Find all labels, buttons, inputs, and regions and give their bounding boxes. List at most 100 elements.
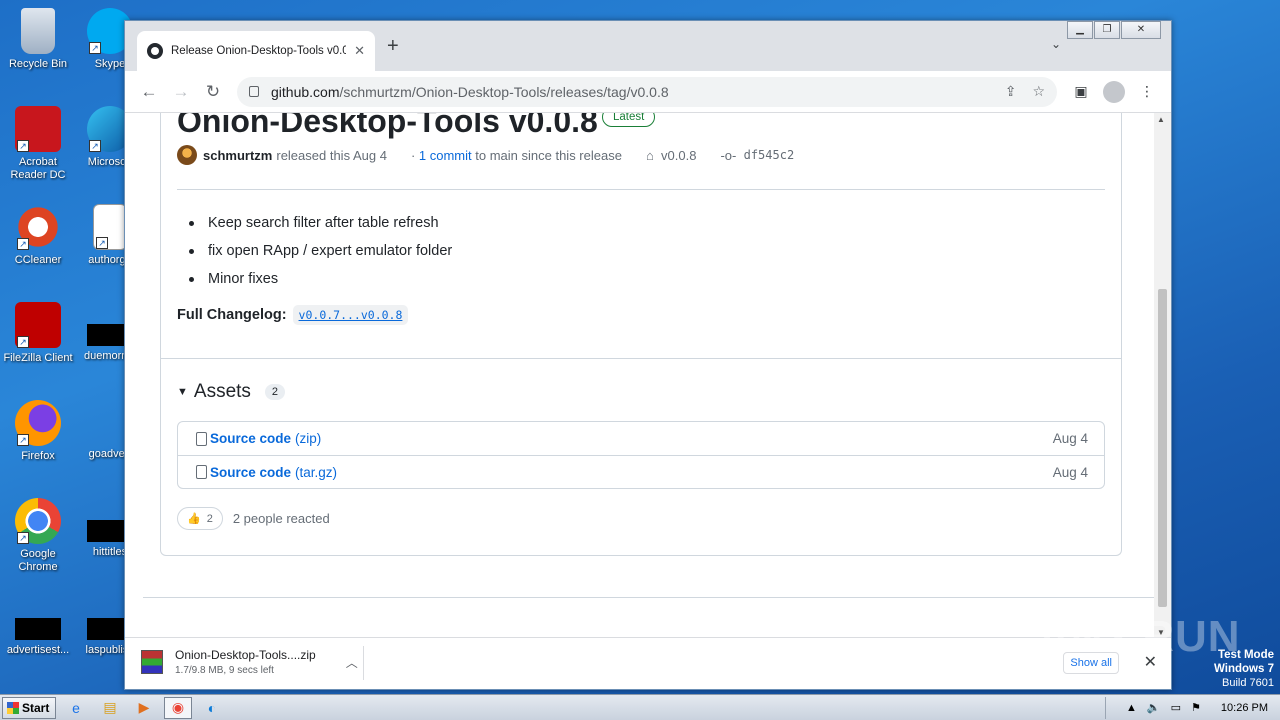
chevron-up-icon[interactable]: ︿ (346, 654, 358, 671)
desktop-icon-label: advertisest... (6, 644, 70, 656)
system-tray: ▲ 🔈 ▭ ⚑ 10:26 PM (1105, 696, 1280, 719)
desktop-icon-label: Acrobat Reader DC (10, 156, 66, 181)
show-hidden-icons-chevron-icon[interactable]: ▲ (1126, 702, 1137, 714)
triangle-down-icon: ▼ (177, 386, 188, 398)
start-label: Start (22, 700, 50, 715)
divider (143, 597, 1155, 598)
reactions: 👍 2 2 people reacted (177, 507, 330, 530)
release-meta: schmurtzm released this Aug 4 · 1 commit… (177, 145, 794, 165)
download-item[interactable]: Onion-Desktop-Tools....zip 1.7/9.8 MB, 9… (141, 648, 358, 676)
bookmark-star-icon[interactable]: ☆ (1032, 83, 1045, 100)
side-panel-icon[interactable]: ▣ (1065, 83, 1097, 100)
start-button[interactable]: Start (2, 696, 56, 719)
profile-avatar-icon[interactable] (1103, 80, 1125, 103)
minimize-button[interactable]: ▁ (1067, 21, 1093, 39)
desktop-icon-label: Google Chrome (18, 548, 58, 573)
desktop-icon-acrobat[interactable]: ↗ Acrobat Reader DC (0, 106, 76, 182)
reaction-text: 2 people reacted (232, 511, 330, 526)
tab-title: Release Onion-Desktop-Tools v0.0.8 (171, 45, 347, 57)
author-avatar[interactable] (177, 145, 197, 165)
desktop-icon-label: FileZilla Client (3, 352, 73, 364)
share-icon[interactable]: ⇪ (1005, 83, 1017, 100)
scrollbar-thumb[interactable] (1158, 289, 1167, 607)
reload-button[interactable]: ↻ (197, 82, 229, 102)
internet-explorer-icon[interactable]: e (62, 697, 90, 719)
address-bar[interactable]: github.com /schmurtzm/Onion-Desktop-Tool… (237, 76, 1057, 107)
close-window-button[interactable]: ✕ (1121, 21, 1161, 39)
test-mode-label: Test Mode (1217, 649, 1274, 661)
desktop-icon-firefox[interactable]: ↗ Firefox (0, 400, 76, 463)
latest-badge: Latest (602, 113, 656, 127)
media-player-icon[interactable]: ▶ (130, 697, 158, 719)
commits-suffix: to main since this release (475, 147, 622, 163)
menu-kebab-icon[interactable]: ⋮ (1131, 83, 1163, 100)
desktop-icon-recycle-bin[interactable]: Recycle Bin (0, 8, 76, 71)
tab-release[interactable]: Release Onion-Desktop-Tools v0.0.8 ✕ (137, 31, 375, 71)
divider (363, 646, 364, 680)
asset-name[interactable]: Source code (210, 465, 291, 480)
back-button[interactable]: ← (133, 82, 165, 102)
test-mode-notice: Test Mode Windows 7 Build 7601 (1214, 648, 1274, 690)
reaction-count: 2 (206, 512, 213, 525)
asset-name[interactable]: Source code (210, 431, 291, 446)
url-host: github.com (271, 83, 340, 100)
forward-button[interactable]: → (165, 82, 197, 102)
full-changelog: Full Changelog: v0.0.7...v0.0.8 (177, 305, 409, 325)
desktop-icon-advertisest[interactable]: advertisest... (0, 606, 76, 657)
maximize-button[interactable]: ❐ (1094, 21, 1120, 39)
changelog-label: Full Changelog: (177, 307, 287, 323)
desktop-icon-label: CCleaner (14, 254, 62, 266)
assets-count-badge: 2 (264, 384, 286, 400)
asset-row[interactable]: Source code (zip) Aug 4 (178, 422, 1104, 455)
word-document-icon: ↗ (93, 204, 127, 250)
github-icon (147, 43, 163, 59)
action-center-flag-icon[interactable]: ⚑ (1191, 701, 1201, 714)
author-link[interactable]: schmurtzm (203, 148, 272, 163)
file-explorer-icon[interactable]: ▤ (96, 697, 124, 719)
divider (161, 358, 1121, 359)
release-card: Onion-Desktop-Tools v0.0.8 Latest schmur… (160, 113, 1122, 556)
divider (177, 189, 1105, 190)
scroll-up-arrow-icon[interactable]: ▲ (1157, 115, 1165, 124)
asset-ext[interactable]: (tar.gz) (295, 465, 337, 480)
commit-sha-link[interactable]: df545c2 (744, 148, 795, 162)
taskbar: Start e ▤ ▶ ◉ ◐ ▲ 🔈 ▭ ⚑ 10:26 PM (0, 694, 1280, 720)
desktop-icon-filezilla[interactable]: ↗ FileZilla Client (0, 302, 76, 365)
tab-strip: Release Onion-Desktop-Tools v0.0.8 ✕ + ⌄… (125, 21, 1171, 71)
assets-toggle[interactable]: ▼ Assets 2 (177, 381, 286, 403)
file-zip-icon (196, 431, 207, 446)
page-viewport: Onion-Desktop-Tools v0.0.8 Latest schmur… (125, 113, 1155, 639)
tag-link[interactable]: v0.0.8 (661, 148, 696, 163)
clock[interactable]: 10:26 PM (1221, 702, 1268, 714)
asset-ext[interactable]: (zip) (295, 431, 321, 446)
desktop-icon-label: Skype (94, 58, 126, 70)
tab-close-button[interactable]: ✕ (354, 43, 365, 59)
browser-window: Release Onion-Desktop-Tools v0.0.8 ✕ + ⌄… (124, 20, 1172, 690)
download-filename: Onion-Desktop-Tools....zip (175, 648, 316, 662)
url-path: /schmurtzm/Onion-Desktop-Tools/releases/… (339, 83, 669, 100)
released-text: released this Aug 4 (276, 147, 387, 163)
commits-link[interactable]: 1 commit (419, 148, 472, 163)
reaction-button[interactable]: 👍 2 (177, 507, 223, 530)
edge-taskbar-icon[interactable]: ◐ (198, 697, 226, 719)
new-tab-button[interactable]: + (387, 35, 399, 58)
file-zip-icon (196, 465, 207, 479)
desktop-icon-ccleaner[interactable]: ↗ CCleaner (0, 204, 76, 267)
desktop-icon-label: Firefox (21, 450, 55, 462)
download-bar: Onion-Desktop-Tools....zip 1.7/9.8 MB, 9… (125, 637, 1171, 689)
firefox-icon: ↗ (15, 400, 61, 446)
winrar-archive-icon (141, 650, 163, 674)
anyrun-watermark: ANY.RUN (1038, 612, 1241, 661)
chrome-taskbar-icon[interactable]: ◉ (164, 696, 192, 719)
network-icon[interactable]: ▭ (1171, 701, 1181, 714)
asset-row[interactable]: Source code (tar.gz) Aug 4 (178, 455, 1104, 488)
note-item: Keep search filter after table refresh (177, 209, 452, 237)
volume-icon[interactable]: 🔈 (1147, 701, 1161, 714)
download-progress: 1.7/9.8 MB, 9 secs left (175, 665, 274, 676)
changelog-compare-link[interactable]: v0.0.7...v0.0.8 (292, 305, 409, 325)
page-scrollbar[interactable]: ▲ ▼ (1154, 113, 1171, 639)
os-label: Windows 7 (1214, 663, 1274, 675)
windows-logo-icon (7, 701, 19, 714)
tab-search-chevron-icon[interactable]: ⌄ (1051, 37, 1061, 51)
desktop-icon-chrome[interactable]: ↗ Google Chrome (0, 498, 76, 574)
